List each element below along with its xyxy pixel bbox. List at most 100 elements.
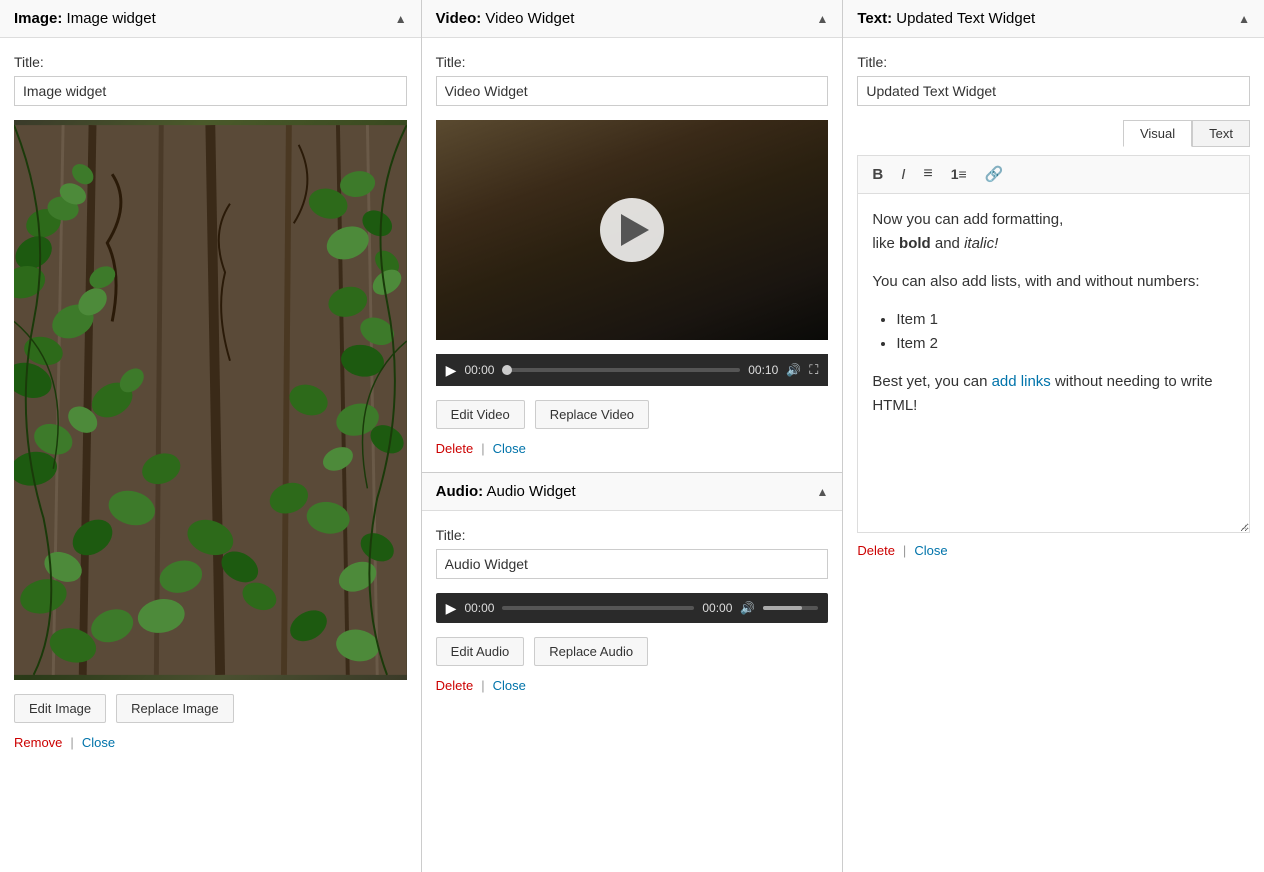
ul-button[interactable]: ≡: [917, 162, 938, 187]
video-play-large[interactable]: [600, 198, 664, 262]
audio-panel-body: Title: ▶ 00:00 00:00 🔊 Ed: [422, 511, 843, 709]
editor-para-3: Best yet, you can add links without need…: [872, 370, 1235, 418]
audio-panel-prefix: Audio:: [436, 483, 483, 500]
text-panel-collapse[interactable]: ▲: [1238, 12, 1250, 26]
bold-text: bold: [899, 235, 931, 252]
italic-button[interactable]: I: [895, 163, 911, 187]
resize-handle[interactable]: ⌟: [1241, 518, 1247, 530]
bold-button[interactable]: B: [866, 163, 889, 187]
audio-panel-header: Audio: Audio Widget ▲: [422, 473, 843, 511]
editor-toolbar: B I ≡ 1≡ 🔗: [857, 155, 1250, 193]
image-panel-prefix: Image:: [14, 10, 62, 27]
close-image-link[interactable]: Close: [82, 735, 115, 750]
image-title-input[interactable]: [14, 76, 407, 106]
edit-image-button[interactable]: Edit Image: [14, 694, 106, 723]
video-title-label: Title:: [436, 54, 829, 70]
editor-list-item-2: Item 2: [896, 332, 1235, 356]
audio-volume-icon[interactable]: 🔊: [740, 601, 755, 615]
editor-text-1a: Now you can add formatting,: [872, 211, 1063, 228]
video-preview: [436, 120, 829, 340]
audio-btn-row: Edit Audio Replace Audio: [436, 637, 829, 666]
image-title-label: Title:: [14, 54, 407, 70]
video-volume-icon[interactable]: 🔊: [786, 363, 801, 377]
audio-link-row: Delete | Close: [436, 678, 829, 693]
editor-para-1: Now you can add formatting, like bold an…: [872, 208, 1235, 256]
add-links-link[interactable]: add links: [992, 373, 1051, 390]
audio-link-sep: |: [481, 678, 484, 693]
edit-video-button[interactable]: Edit Video: [436, 400, 525, 429]
close-audio-link[interactable]: Close: [493, 678, 526, 693]
audio-panel-title-text: Audio Widget: [487, 483, 576, 500]
ivy-image: [14, 120, 407, 680]
editor-content[interactable]: Now you can add formatting, like bold an…: [857, 193, 1250, 533]
audio-time-end: 00:00: [702, 601, 732, 615]
image-preview: [14, 120, 407, 680]
italic-text: italic!: [964, 235, 998, 252]
audio-panel: Audio: Audio Widget ▲ Title: ▶ 00:00 00:…: [422, 473, 843, 872]
tab-text[interactable]: Text: [1192, 120, 1250, 147]
text-panel-prefix: Text:: [857, 10, 892, 27]
image-link-sep: |: [70, 735, 73, 750]
image-panel-header: Image: Image widget ▲: [0, 0, 421, 38]
video-panel-prefix: Video:: [436, 10, 482, 27]
video-link-row: Delete | Close: [436, 441, 829, 456]
ol-button[interactable]: 1≡: [945, 163, 973, 185]
audio-panel-collapse[interactable]: ▲: [816, 485, 828, 499]
replace-video-button[interactable]: Replace Video: [535, 400, 649, 429]
editor-tabs: Visual Text: [857, 120, 1250, 147]
close-video-link[interactable]: Close: [493, 441, 526, 456]
editor-list: Item 1 Item 2: [896, 308, 1235, 356]
image-panel-title: Image: Image widget: [14, 10, 156, 27]
audio-panel-title: Audio: Audio Widget: [436, 483, 576, 500]
remove-image-link[interactable]: Remove: [14, 735, 62, 750]
text-panel-header: Text: Updated Text Widget ▲: [843, 0, 1264, 38]
audio-volume-fill: [763, 606, 802, 610]
video-title-input[interactable]: [436, 76, 829, 106]
video-panel-collapse[interactable]: ▲: [816, 12, 828, 26]
video-audio-col: Video: Video Widget ▲ Title: ▶: [422, 0, 844, 872]
link-button[interactable]: 🔗: [979, 163, 1010, 187]
text-link-sep: |: [903, 543, 906, 558]
image-panel-body: Title:: [0, 38, 421, 872]
text-title-input[interactable]: [857, 76, 1250, 106]
image-panel: Image: Image widget ▲ Title:: [0, 0, 422, 872]
play-triangle-icon: [621, 214, 649, 246]
delete-audio-link[interactable]: Delete: [436, 678, 474, 693]
video-link-sep: |: [481, 441, 484, 456]
close-text-link[interactable]: Close: [914, 543, 947, 558]
editor-para-2: You can also add lists, with and without…: [872, 270, 1235, 294]
audio-controls[interactable]: ▶ 00:00 00:00 🔊: [436, 593, 829, 623]
video-time-end: 00:10: [748, 363, 778, 377]
text-title-label: Title:: [857, 54, 1250, 70]
tab-visual[interactable]: Visual: [1123, 120, 1192, 147]
video-panel-title: Video: Video Widget: [436, 10, 575, 27]
editor-list-item-1: Item 1: [896, 308, 1235, 332]
image-panel-collapse[interactable]: ▲: [395, 12, 407, 26]
video-btn-row: Edit Video Replace Video: [436, 400, 829, 429]
delete-text-link[interactable]: Delete: [857, 543, 895, 558]
audio-progress[interactable]: [502, 606, 694, 610]
video-controls[interactable]: ▶ 00:00 00:10 🔊 ⛶: [436, 354, 829, 386]
delete-video-link[interactable]: Delete: [436, 441, 474, 456]
video-panel-body: Title: ▶ 00:00 00:10: [422, 38, 843, 472]
text-link-row: Delete | Close: [857, 543, 1250, 558]
editor-text-1b: like bold and italic!: [872, 235, 998, 252]
video-play-btn[interactable]: ▶: [446, 363, 457, 377]
text-panel-body: Title: Visual Text B I ≡ 1≡ 🔗 Now you ca…: [843, 38, 1264, 872]
video-fullscreen-btn[interactable]: ⛶: [809, 362, 818, 378]
audio-volume-slider[interactable]: [763, 606, 818, 610]
text-panel: Text: Updated Text Widget ▲ Title: Visua…: [843, 0, 1264, 872]
audio-title-input[interactable]: [436, 549, 829, 579]
video-progress-thumb: [502, 365, 512, 375]
replace-image-button[interactable]: Replace Image: [116, 694, 233, 723]
video-time-start: 00:00: [464, 363, 494, 377]
text-panel-title: Text: Updated Text Widget: [857, 10, 1035, 27]
audio-time-start: 00:00: [464, 601, 494, 615]
audio-title-label: Title:: [436, 527, 829, 543]
edit-audio-button[interactable]: Edit Audio: [436, 637, 525, 666]
image-link-row: Remove | Close: [14, 735, 407, 750]
replace-audio-button[interactable]: Replace Audio: [534, 637, 648, 666]
video-progress[interactable]: [502, 368, 740, 372]
audio-play-btn[interactable]: ▶: [446, 601, 457, 615]
video-panel-title-text: Video Widget: [485, 10, 574, 27]
